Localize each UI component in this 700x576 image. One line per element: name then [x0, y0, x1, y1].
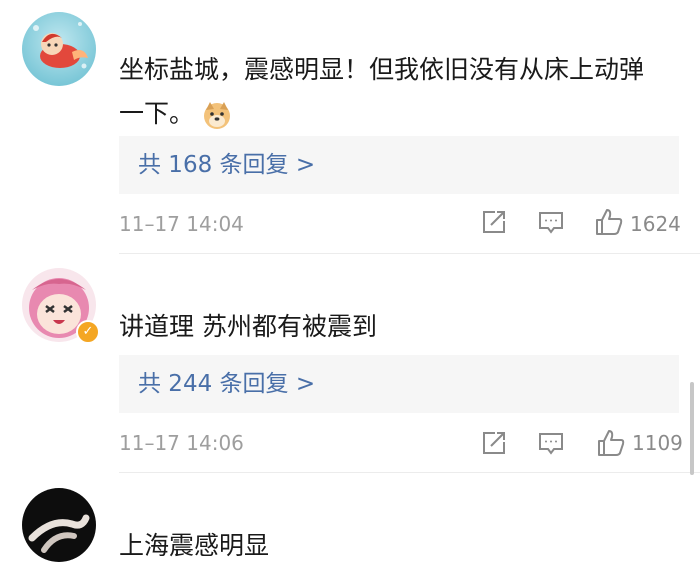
reply-summary-button[interactable]: 共 244 条回复 >	[119, 355, 679, 413]
scrollbar[interactable]	[690, 382, 694, 475]
comment-text-line: 讲道理 苏州都有被震到	[119, 312, 377, 341]
avatar[interactable]	[22, 12, 96, 86]
doge-emoji-icon	[202, 100, 232, 130]
thumbs-up-icon[interactable]	[596, 428, 626, 458]
comment-text-line: 一下。	[119, 96, 679, 132]
timestamp: 11–17 14:06	[119, 431, 244, 455]
share-icon[interactable]	[481, 430, 507, 460]
like-count: 1624	[630, 212, 681, 236]
comment-text: 上海震感明显	[119, 528, 679, 564]
reply-summary-button[interactable]: 共 168 条回复 >	[119, 136, 679, 194]
comment-text: 坐标盐城，震感明显！但我依旧没有从床上动弹 一下。	[119, 52, 679, 132]
comment-text-line: 坐标盐城，震感明显！但我依旧没有从床上动弹	[119, 55, 645, 84]
comment-text-fragment: 一下。	[119, 99, 195, 128]
comment-text: 讲道理 苏州都有被震到	[119, 309, 679, 345]
verified-badge-icon: ✓	[76, 320, 100, 344]
timestamp: 11–17 14:04	[119, 212, 244, 236]
reply-count-link[interactable]: 共 168 条回复 >	[138, 149, 315, 181]
comment-icon[interactable]	[538, 430, 564, 460]
thumbs-up-icon[interactable]	[594, 207, 624, 237]
reply-count-link[interactable]: 共 244 条回复 >	[138, 368, 315, 400]
comment-icon[interactable]	[538, 209, 564, 239]
divider	[119, 472, 700, 473]
avatar[interactable]	[22, 488, 96, 562]
comment-text-line: 上海震感明显	[119, 531, 270, 560]
like-count: 1109	[632, 431, 683, 455]
share-icon[interactable]	[481, 209, 507, 239]
divider	[119, 253, 700, 254]
